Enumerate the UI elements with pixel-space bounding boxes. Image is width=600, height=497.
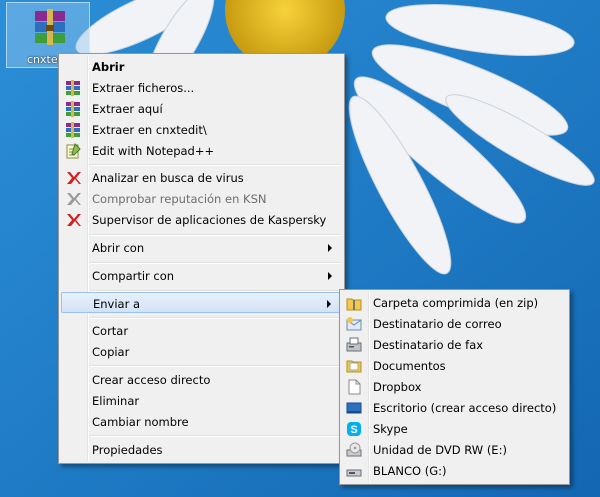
menu-item-label: Abrir con (92, 241, 145, 255)
send-to-skype[interactable]: S Skype (342, 418, 567, 439)
menu-item-label: Cambiar nombre (92, 415, 189, 429)
menu-item-label: Skype (373, 422, 408, 436)
menu-item-label: Edit with Notepad++ (92, 144, 215, 158)
zip-folder-icon (346, 298, 362, 311)
submenu-arrow-icon (328, 244, 332, 252)
winrar-icon (66, 80, 80, 96)
menu-separator (90, 234, 341, 236)
submenu-arrow-icon (327, 300, 331, 308)
kaspersky-icon (67, 193, 81, 205)
send-to-mail-recipient[interactable]: Destinatario de correo (342, 313, 567, 334)
svg-text:S: S (350, 424, 357, 436)
menu-item-label: Carpeta comprimida (en zip) (373, 296, 539, 310)
menu-item-label: Supervisor de aplicaciones de Kaspersky (92, 213, 327, 227)
menu-item-label: Compartir con (92, 269, 175, 283)
menu-item-label: Unidad de DVD RW (E:) (373, 443, 507, 457)
send-to-zip-folder[interactable]: Carpeta comprimida (en zip) (342, 292, 567, 313)
menu-item-label: Propiedades (92, 443, 163, 457)
menu-separator (90, 262, 341, 264)
mail-recipient-icon (346, 317, 362, 331)
menu-item-rename[interactable]: Cambiar nombre (61, 411, 342, 432)
menu-item-label: Eliminar (92, 394, 140, 408)
send-to-dropbox[interactable]: Dropbox (342, 376, 567, 397)
winrar-icon (66, 122, 80, 138)
menu-item-open[interactable]: Abrir (61, 56, 342, 77)
send-to-documents[interactable]: Documentos (342, 355, 567, 376)
menu-item-send-to[interactable]: Enviar a (61, 292, 342, 313)
menu-item-delete[interactable]: Eliminar (61, 390, 342, 411)
menu-item-extract-here[interactable]: Extraer aquí (61, 98, 342, 119)
menu-item-label: Abrir (92, 60, 125, 74)
menu-separator (90, 365, 341, 367)
menu-item-label: Dropbox (373, 380, 422, 394)
menu-separator (90, 435, 341, 437)
desktop-icon (346, 402, 362, 414)
send-to-blanco-drive[interactable]: BLANCO (G:) (342, 460, 567, 481)
send-to-dvd-rw-drive[interactable]: Unidad de DVD RW (E:) (342, 439, 567, 460)
menu-item-label: Analizar en busca de virus (92, 171, 244, 185)
menu-item-label: Cortar (92, 324, 129, 338)
menu-item-label: Escritorio (crear acceso directo) (373, 401, 557, 415)
submenu-arrow-icon (328, 272, 332, 280)
menu-item-label: Extraer aquí (92, 102, 163, 116)
winrar-icon (66, 101, 80, 117)
menu-item-edit-notepad-plus-plus[interactable]: Edit with Notepad++ (61, 140, 342, 161)
menu-item-check-ksn-reputation[interactable]: Comprobar reputación en KSN (61, 188, 342, 209)
menu-item-label: BLANCO (G:) (373, 464, 447, 478)
menu-item-extract-files[interactable]: Extraer ficheros... (61, 77, 342, 98)
send-to-submenu: Carpeta comprimida (en zip) Destinatario… (339, 289, 570, 485)
kaspersky-icon (67, 172, 81, 184)
menu-item-label: Extraer ficheros... (92, 81, 195, 95)
skype-icon: S (347, 422, 361, 436)
menu-item-label: Crear acceso directo (92, 373, 211, 387)
kaspersky-icon (67, 214, 81, 226)
menu-item-label: Enviar a (93, 297, 141, 311)
send-to-desktop-shortcut[interactable]: Escritorio (crear acceso directo) (342, 397, 567, 418)
notepad-plus-plus-icon (66, 143, 81, 159)
usb-drive-icon (346, 469, 362, 477)
menu-item-label: Destinatario de fax (373, 338, 484, 352)
dropbox-icon (348, 379, 361, 395)
menu-item-properties[interactable]: Propiedades (61, 439, 342, 460)
menu-item-copy[interactable]: Copiar (61, 341, 342, 362)
menu-item-label: Documentos (373, 359, 446, 373)
menu-separator (90, 317, 341, 319)
menu-item-cut[interactable]: Cortar (61, 320, 342, 341)
documents-icon (346, 360, 362, 373)
winrar-archive-icon (35, 9, 65, 45)
menu-item-scan-for-viruses[interactable]: Analizar en busca de virus (61, 167, 342, 188)
menu-separator (90, 164, 341, 166)
fax-icon (346, 337, 362, 352)
menu-item-open-with[interactable]: Abrir con (61, 237, 342, 258)
send-to-fax-recipient[interactable]: Destinatario de fax (342, 334, 567, 355)
menu-item-label: Extraer en cnxtedit\ (92, 123, 207, 137)
menu-item-extract-to-folder[interactable]: Extraer en cnxtedit\ (61, 119, 342, 140)
context-menu: Abrir Extraer ficheros... Extraer aquí E… (58, 53, 345, 464)
menu-item-label: Comprobar reputación en KSN (92, 192, 267, 206)
dvd-drive-icon (346, 442, 362, 457)
menu-item-label: Copiar (92, 345, 130, 359)
menu-item-label: Destinatario de correo (373, 317, 502, 331)
menu-item-create-shortcut[interactable]: Crear acceso directo (61, 369, 342, 390)
menu-item-kaspersky-app-supervisor[interactable]: Supervisor de aplicaciones de Kaspersky (61, 209, 342, 230)
menu-item-share-with[interactable]: Compartir con (61, 265, 342, 286)
